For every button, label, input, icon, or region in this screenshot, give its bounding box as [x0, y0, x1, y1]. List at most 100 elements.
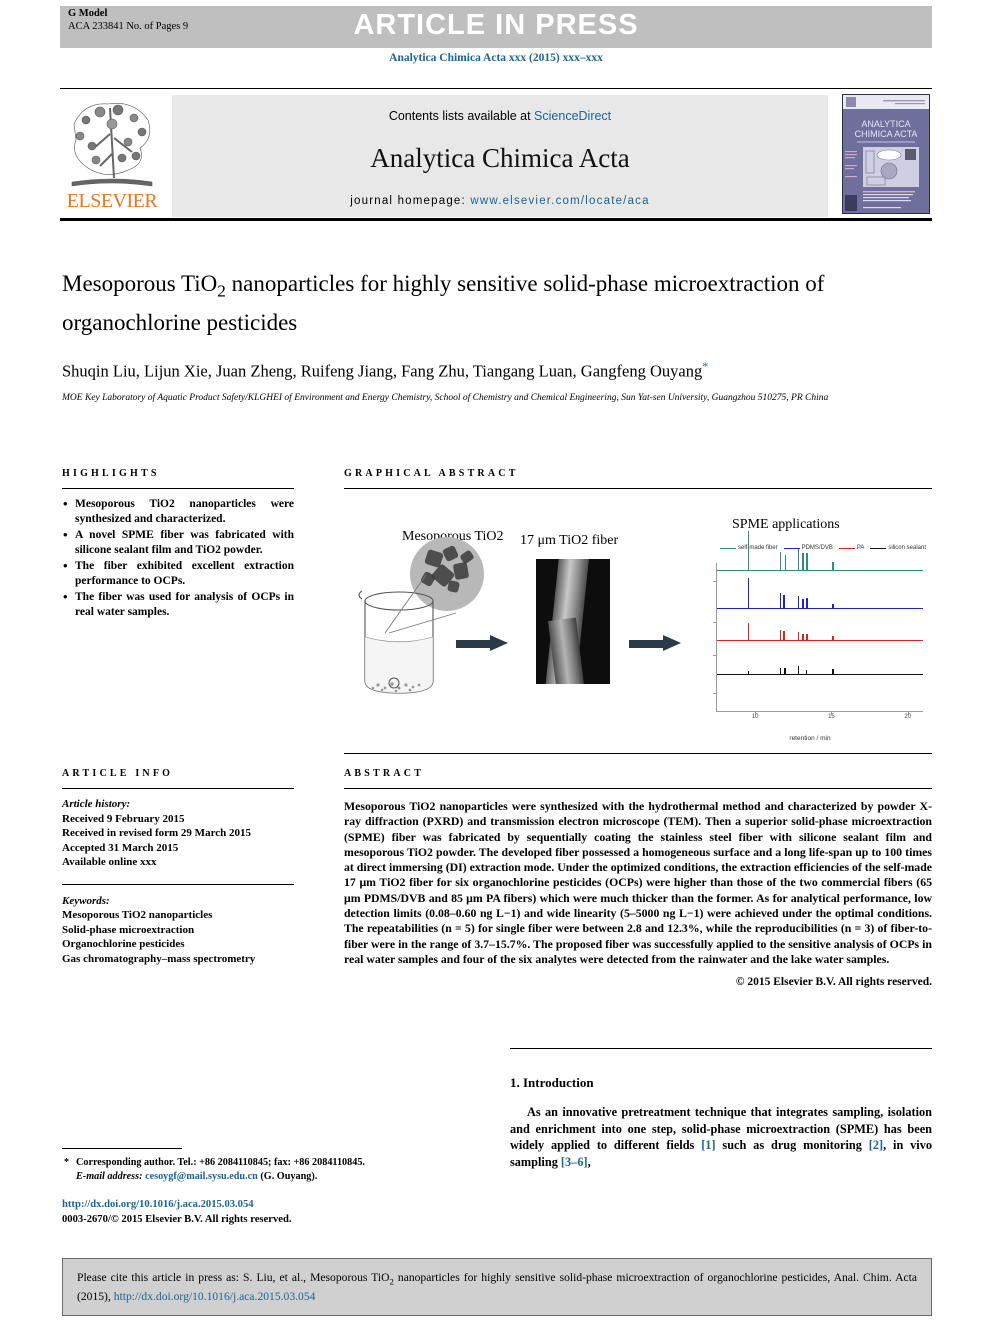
journal-masthead: ELSEVIER Contents lists available at Sci… [60, 88, 932, 221]
chart-plot-area: 10 15 20 [713, 531, 923, 720]
magnify-leader-lines [384, 574, 457, 634]
abstract-section: ABSTRACT Mesoporous TiO2 nanoparticles w… [344, 768, 932, 988]
x-axis-tick-label: 20 [904, 714, 912, 720]
legend-swatch [838, 547, 855, 549]
history-item: Received 9 February 2015 [62, 812, 185, 825]
process-arrow-1 [456, 635, 508, 651]
highlights-list: Mesoporous TiO2 nanoparticles were synth… [62, 496, 294, 620]
ga-fiber-text: 17 μm TiO2 fiber [520, 533, 619, 548]
legend-swatch [720, 547, 736, 549]
graphical-abstract-figure: Mesoporous TiO2 17 μm TiO2 fiber SPME ap… [344, 501, 932, 751]
sciencedirect-link[interactable]: ScienceDirect [534, 109, 611, 123]
abstract-copyright: © 2015 Elsevier B.V. All rights reserved… [735, 976, 932, 989]
journal-cover-thumbnail: ANALYTICA CHIMICA ACTA [842, 94, 930, 214]
corresponding-author-note: * Corresponding author. Tel.: +86 2084110… [62, 1156, 482, 1184]
doi-link[interactable]: http://dx.doi.org/10.1016/j.aca.2015.03.… [62, 1198, 292, 1213]
reference-link-2[interactable]: [2] [869, 1138, 883, 1152]
x-axis-tick-label: 15 [828, 714, 835, 720]
journal-title: Analytica Chimica Acta [370, 143, 630, 173]
graphical-abstract-bottom-rule [344, 753, 932, 754]
chart-legend: self-made fiber PDMS/DVB PA silicon seal… [720, 545, 926, 551]
cover-artwork: ANALYTICA CHIMICA ACTA [843, 95, 929, 213]
graphical-abstract-top-rule [344, 488, 932, 489]
abstract-rule [344, 788, 932, 789]
highlights-heading: HIGHLIGHTS [62, 468, 160, 479]
highlights-rule [62, 488, 294, 489]
list-item: A novel SPME fiber was fabricated with s… [62, 527, 294, 558]
svg-text:CHIMICA ACTA: CHIMICA ACTA [855, 129, 918, 139]
history-item: Accepted 31 March 2015 [62, 841, 179, 854]
citation-doi-link[interactable]: http://dx.doi.org/10.1016/j.aca.2015.03.… [114, 1290, 316, 1303]
legend-swatch [783, 547, 800, 549]
history-item: Available online xxx [62, 856, 157, 868]
email-link[interactable]: cesoygf@mail.sysu.edu.cn [145, 1171, 258, 1182]
highlight-text: The fiber exhibited excellent extraction… [75, 560, 294, 587]
chart-peak [784, 667, 786, 675]
article-history-block: Article history: Received 9 February 201… [62, 797, 294, 870]
contents-available-line: Contents lists available at ScienceDirec… [172, 109, 828, 123]
keyword-item: Solid-phase microextraction [62, 923, 195, 936]
elsevier-tree-icon [71, 103, 153, 187]
elsevier-wordmark: ELSEVIER [66, 190, 158, 212]
highlights-section: HIGHLIGHTS Mesoporous TiO2 nanoparticles… [62, 468, 294, 621]
graphical-abstract-heading: GRAPHICAL ABSTRACT [344, 468, 519, 479]
list-item: The fiber exhibited excellent extraction… [62, 558, 294, 589]
abstract-body: Mesoporous TiO2 nanoparticles were synth… [344, 799, 932, 966]
masthead-bottom-rule [60, 218, 932, 221]
page-title: Mesoporous TiO2 nanoparticles for highly… [62, 268, 852, 338]
keywords-block: Keywords: Mesoporous TiO2 nanoparticles … [62, 894, 294, 967]
journal-homepage-line: journal homepage: www.elsevier.com/locat… [172, 195, 828, 207]
introduction-paragraph: As an innovative pretreatment technique … [510, 1104, 932, 1170]
x-axis-tick-label: 10 [751, 714, 759, 720]
g-model-block: G Model ACA 233841 No. of Pages 9 [68, 8, 188, 33]
title-block: Mesoporous TiO2 nanoparticles for highly… [62, 268, 852, 406]
authors-names: Shuqin Liu, Lijun Xie, Juan Zheng, Ruife… [62, 361, 703, 381]
affiliation: MOE Key Laboratory of Aquatic Product Sa… [62, 393, 829, 404]
introduction-top-rule [510, 1048, 932, 1049]
ga-applications-text: SPME applications [732, 517, 840, 532]
list-item: Mesoporous TiO2 nanoparticles were synth… [62, 496, 294, 527]
legend-label: PDMS/DVB [801, 545, 833, 551]
homepage-url-link[interactable]: www.elsevier.com/locate/aca [470, 195, 649, 207]
issn-copyright-line: 0003-2670/© 2015 Elsevier B.V. All right… [62, 1213, 292, 1225]
legend-item: PA [838, 545, 865, 551]
highlight-text: The fiber was used for analysis of OCPs … [75, 591, 294, 618]
highlight-text: Mesoporous TiO2 nanoparticles were synth… [75, 498, 294, 525]
reference-link-3[interactable]: [3–6] [561, 1155, 588, 1169]
intro-text-2: such as drug monitoring [715, 1138, 869, 1152]
legend-item: PDMS/DVB [783, 545, 833, 551]
intro-text-4: , [587, 1154, 591, 1169]
footnote-rule [62, 1148, 182, 1149]
citation-prefix: Please cite this article in press as: S.… [77, 1271, 390, 1284]
homepage-label: journal homepage: [350, 195, 471, 207]
article-info-heading: ARTICLE INFO [62, 768, 174, 779]
article-in-press-banner: ARTICLE IN PRESS [60, 6, 932, 48]
citation-footer-box: Please cite this article in press as: S.… [62, 1258, 932, 1316]
introduction-section: 1. Introduction As an innovative pretrea… [510, 1048, 932, 1170]
reference-link-1[interactable]: [1] [701, 1138, 715, 1152]
keywords-rule [62, 883, 294, 885]
chart-peak [832, 668, 834, 675]
chart-x-axis-title: retention / min [789, 735, 831, 742]
footnote-star: * [64, 1157, 70, 1168]
sem-fiber-image [536, 559, 610, 684]
masthead-top-rule [60, 88, 932, 89]
list-item: The fiber was used for analysis of OCPs … [62, 589, 294, 620]
legend-swatch [870, 547, 887, 549]
corresponding-author-marker: * [702, 358, 709, 373]
highlight-text: A novel SPME fiber was fabricated with s… [75, 529, 294, 556]
svg-text:ANALYTICA: ANALYTICA [861, 119, 910, 129]
legend-label: silicon sealant [888, 545, 926, 551]
article-id-label: ACA 233841 No. of Pages 9 [68, 20, 189, 32]
masthead-center-panel: Contents lists available at ScienceDirec… [172, 95, 828, 217]
ga-label-fiber: 17 μm TiO2 fiber [520, 533, 618, 549]
doi-block: http://dx.doi.org/10.1016/j.aca.2015.03.… [62, 1198, 292, 1227]
citation-text: Please cite this article in press as: S.… [63, 1259, 931, 1305]
title-subscript: 2 [217, 281, 226, 301]
keyword-item: Mesoporous TiO2 nanoparticles [62, 909, 213, 921]
legend-label: PA [856, 545, 865, 551]
author-list: Shuqin Liu, Lijun Xie, Juan Zheng, Ruife… [62, 355, 852, 383]
article-in-press-label: ARTICLE IN PRESS [353, 9, 639, 41]
email-label: E-mail address: [76, 1171, 146, 1182]
chart-peak [747, 671, 750, 675]
